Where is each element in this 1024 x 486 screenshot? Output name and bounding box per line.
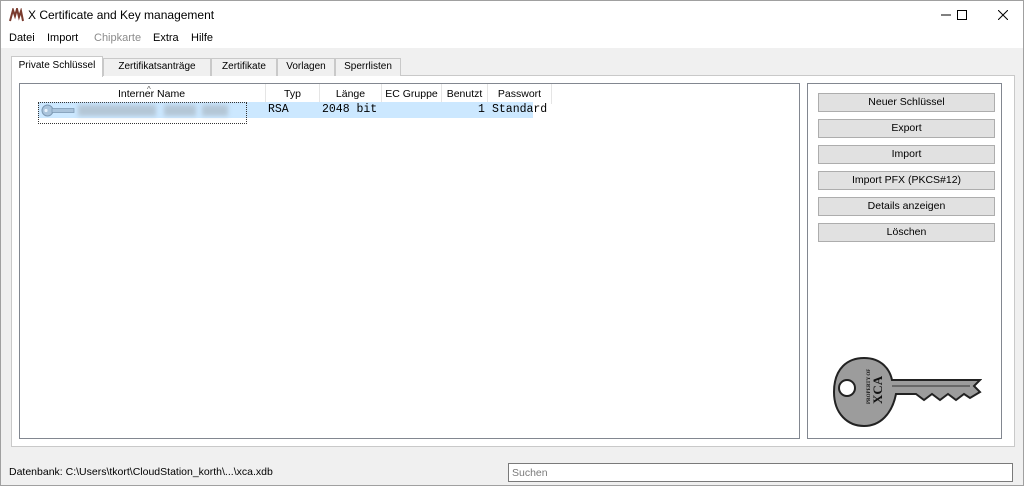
key-icon <box>41 104 75 117</box>
search-input[interactable] <box>508 463 1013 482</box>
column-header-ec-group[interactable]: EC Gruppe <box>382 84 442 104</box>
column-header-type[interactable]: Typ <box>266 84 320 104</box>
column-header-password[interactable]: Passwort <box>488 84 552 104</box>
redacted-name <box>202 105 228 116</box>
menu-extra[interactable]: Extra <box>153 32 179 44</box>
xca-app-icon <box>9 8 24 22</box>
tab-certificate-requests[interactable]: Zertifikatsanträge <box>103 58 211 76</box>
cell-type: RSA <box>268 103 289 116</box>
cell-length: 2048 bit <box>322 103 378 116</box>
export-button[interactable]: Export <box>818 119 995 138</box>
window-title: X Certificate and Key management <box>28 8 215 22</box>
menu-chipkarte[interactable]: Chipkarte <box>94 32 141 44</box>
menu-hilfe[interactable]: Hilfe <box>191 32 213 44</box>
import-button[interactable]: Import <box>818 145 995 164</box>
cell-password: Standard <box>492 103 548 116</box>
tab-certificates[interactable]: Zertifikate <box>211 58 277 76</box>
database-path: Datenbank: C:\Users\tkort\CloudStation_k… <box>9 466 273 478</box>
column-header-internal-name[interactable]: ^ Interner Name <box>38 84 266 104</box>
show-details-button[interactable]: Details anzeigen <box>818 197 995 216</box>
table-row[interactable]: RSA 2048 bit 1 Standard <box>38 102 547 124</box>
main-window: X Certificate and Key management Datei I… <box>0 0 1024 486</box>
status-bar: Datenbank: C:\Users\tkort\CloudStation_k… <box>1 459 1023 485</box>
menu-import[interactable]: Import <box>47 32 78 44</box>
redacted-name <box>164 105 196 116</box>
column-header-used[interactable]: Benutzt <box>442 84 488 104</box>
close-icon <box>998 10 1008 20</box>
import-pfx-button[interactable]: Import PFX (PKCS#12) <box>818 171 995 190</box>
key-list[interactable]: ^ Interner Name Typ Länge EC Gruppe Benu… <box>19 83 800 439</box>
tab-templates[interactable]: Vorlagen <box>277 58 335 76</box>
xca-key-logo: PROPERTY OF XCA <box>832 356 982 428</box>
tab-revocation-lists[interactable]: Sperrlisten <box>335 58 401 76</box>
menu-bar: Datei Import Chipkarte Extra Hilfe <box>1 29 1023 48</box>
maximize-icon <box>957 10 967 20</box>
sort-ascending-icon: ^ <box>147 85 151 94</box>
title-bar: X Certificate and Key management <box>1 1 1023 29</box>
close-button[interactable] <box>980 1 1024 29</box>
logo-text: XCA <box>870 375 885 404</box>
new-key-button[interactable]: Neuer Schlüssel <box>818 93 995 112</box>
maximize-button[interactable] <box>939 1 985 29</box>
tab-private-keys[interactable]: Private Schlüssel <box>11 56 103 77</box>
action-panel: Neuer Schlüssel Export Import Import PFX… <box>807 83 1002 439</box>
menu-datei[interactable]: Datei <box>9 32 35 44</box>
redacted-name <box>78 105 156 116</box>
column-header-length[interactable]: Länge <box>320 84 382 104</box>
cell-used: 1 <box>478 103 485 116</box>
delete-button[interactable]: Löschen <box>818 223 995 242</box>
